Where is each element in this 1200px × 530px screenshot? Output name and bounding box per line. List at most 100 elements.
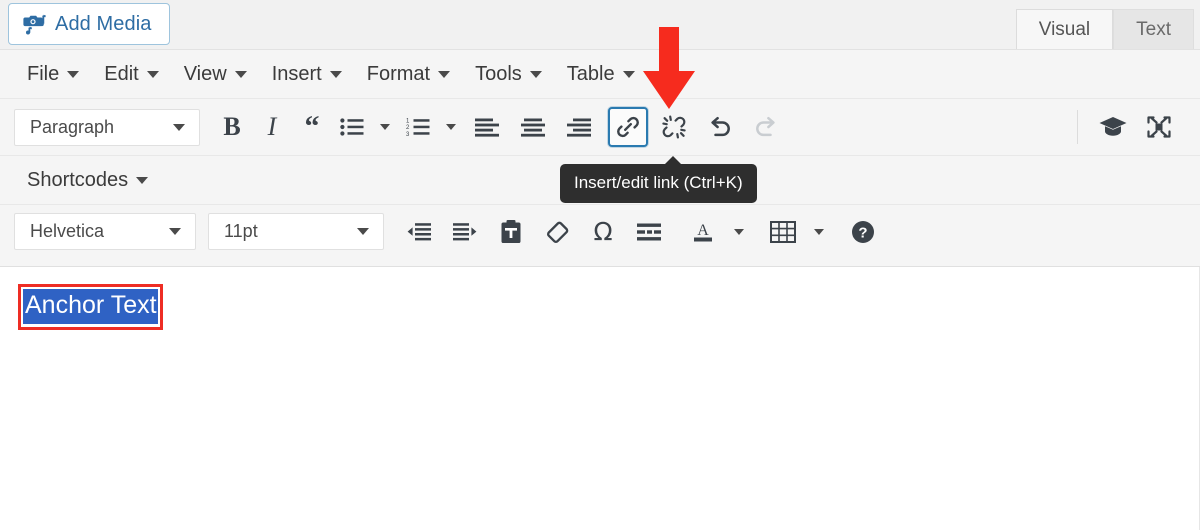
paste-as-text-button[interactable] [488,212,534,252]
format-toolbar: Paragraph B I “ 1 2 3 [0,99,1200,156]
keyboard-shortcuts-button[interactable] [1090,107,1136,147]
chevron-down-icon [169,228,181,235]
blockquote-button[interactable]: “ [292,107,332,147]
text-color-options-button[interactable] [726,212,752,252]
chevron-down-icon [380,124,390,130]
font-toolbar: Helvetica 11pt Ω A ? [0,205,1200,258]
text-color-icon: A [694,222,712,241]
chevron-down-icon [234,70,247,78]
shortcodes-menu[interactable]: Shortcodes [16,163,159,198]
fullscreen-button[interactable] [1136,107,1182,147]
special-character-button[interactable]: Ω [580,212,626,252]
format-toolbar-right-cluster [1065,107,1200,147]
indent-icon [453,222,477,240]
numbered-list-icon: 1 2 3 [406,118,430,137]
font-family-value: Helvetica [30,221,105,241]
expand-arrows-icon [1147,116,1171,138]
chevron-down-icon [357,228,369,235]
menu-tools-label: Tools [475,62,522,85]
red-rectangle-highlight: Anchor Text [18,284,163,330]
decrease-indent-button[interactable] [396,212,442,252]
tab-text[interactable]: Text [1113,9,1194,49]
chevron-down-icon [446,124,456,130]
help-button[interactable]: ? [840,212,886,252]
bold-button[interactable]: B [212,107,252,147]
media-bar: Add Media Visual Text [0,0,1200,49]
editor-content-area[interactable]: Anchor Text [0,266,1200,530]
bullet-list-button[interactable] [332,107,372,147]
menu-table[interactable]: Table [556,57,646,92]
undo-icon [711,116,730,137]
align-right-button[interactable] [556,107,602,147]
editor-mode-tabs: Visual Text [1015,9,1194,49]
font-family-select[interactable]: Helvetica [14,213,196,250]
svg-text:3: 3 [406,132,410,137]
eraser-icon [546,221,569,243]
media-camera-note-icon [23,13,46,35]
insert-link-button[interactable] [608,107,648,147]
table-button[interactable] [760,212,806,252]
link-icon [617,116,639,138]
chevron-down-icon [529,70,542,78]
menu-file-label: File [27,62,60,85]
redo-icon [756,116,775,137]
menu-edit[interactable]: Edit [93,57,169,92]
font-size-select[interactable]: 11pt [208,213,384,250]
align-left-icon [475,118,499,137]
broken-link-icon [662,115,686,139]
block-format-select[interactable]: Paragraph [14,108,200,146]
red-down-arrow-icon [643,27,695,109]
selected-anchor-text[interactable]: Anchor Text [23,289,158,324]
numbered-list-button[interactable]: 1 2 3 [398,107,438,147]
menu-view[interactable]: View [173,57,258,92]
shortcodes-label: Shortcodes [27,168,129,191]
undo-button[interactable] [700,107,740,147]
svg-text:?: ? [858,224,867,241]
wordpress-classic-editor: Add Media Visual Text File Edit View Ins… [0,0,1200,530]
table-options-button[interactable] [806,212,832,252]
svg-text:1: 1 [406,118,410,124]
menu-view-label: View [183,62,227,85]
font-size-value: 11pt [224,221,258,241]
table-grid-icon [770,220,796,243]
menu-tools[interactable]: Tools [464,57,553,92]
clipboard-text-icon [501,219,521,243]
chevron-down-icon [438,70,451,78]
align-center-icon [521,118,545,137]
increase-indent-button[interactable] [442,212,488,252]
chevron-down-icon [329,70,342,78]
redo-button [746,107,786,147]
chevron-down-icon [146,70,159,78]
bullet-list-options-button[interactable] [372,107,398,147]
align-center-button[interactable] [510,107,556,147]
menu-insert[interactable]: Insert [261,57,353,92]
menu-table-label: Table [566,62,615,85]
quote-icon: “ [304,110,320,143]
editor-toolbars: File Edit View Insert Format Tools Table… [0,49,1200,266]
align-left-button[interactable] [464,107,510,147]
menu-insert-label: Insert [271,62,322,85]
align-right-icon [567,118,591,137]
chevron-down-icon [814,228,824,235]
menu-format[interactable]: Format [356,57,461,92]
read-more-icon [637,223,661,240]
chevron-down-icon [734,228,744,235]
menu-format-label: Format [366,62,431,85]
read-more-button[interactable] [626,212,672,252]
graduation-cap-icon [1099,117,1127,136]
add-media-button[interactable]: Add Media [8,3,170,45]
omega-icon: Ω [593,217,613,246]
clear-formatting-button[interactable] [534,212,580,252]
unlink-button[interactable] [654,107,694,147]
tab-visual[interactable]: Visual [1015,9,1114,49]
block-format-value: Paragraph [30,116,115,137]
menu-file[interactable]: File [16,57,90,92]
numbered-list-options-button[interactable] [438,107,464,147]
toolbar-divider [1077,110,1078,144]
text-color-button[interactable]: A [680,212,726,252]
chevron-down-icon [173,123,185,131]
chevron-down-icon [622,70,635,78]
menu-edit-label: Edit [104,62,139,85]
italic-button[interactable]: I [252,107,292,147]
chevron-down-icon [67,70,80,78]
